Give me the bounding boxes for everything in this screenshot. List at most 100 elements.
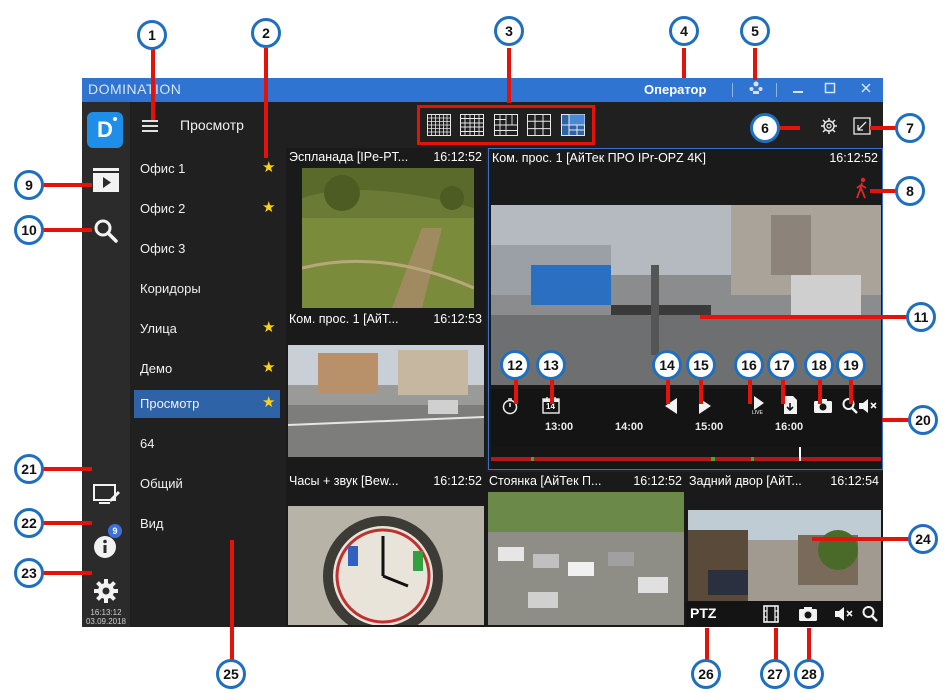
snapshot-camera-icon[interactable]	[798, 605, 818, 623]
annotation-arrow	[507, 48, 511, 103]
snapshot-camera-icon[interactable]	[813, 397, 833, 415]
timeline-tick: 15:00	[695, 421, 724, 433]
layout-item[interactable]: 64	[134, 430, 280, 458]
callout-marker: 12	[500, 350, 530, 380]
star-icon[interactable]: ★	[262, 160, 276, 175]
close-button[interactable]	[856, 80, 876, 100]
annotation-arrow	[264, 48, 268, 158]
layout-item[interactable]: Офис 3	[134, 235, 280, 263]
mute-icon[interactable]	[858, 397, 878, 415]
layout-item-label: Коридоры	[140, 281, 201, 296]
edit-layout-icon[interactable]	[91, 480, 121, 510]
layout-item[interactable]: Офис 1 ★	[134, 155, 280, 183]
camera-time: 16:12:54	[830, 474, 879, 488]
screenshot-root: DOMINATION Оператор D 9 16:13:12 03.09.2…	[0, 0, 946, 693]
timeline-track[interactable]	[491, 447, 881, 469]
recording-bar	[491, 457, 881, 461]
callout-marker: 19	[836, 350, 866, 380]
callout-marker: 6	[750, 113, 780, 143]
callout-marker: 9	[14, 170, 44, 200]
camera-time: 16:12:52	[433, 150, 482, 164]
camera-title: Часы + звук [Bew...	[289, 474, 399, 488]
callout-marker: 27	[760, 659, 790, 689]
ptz-button[interactable]: PTZ	[690, 605, 716, 621]
hamburger-menu-icon[interactable]	[142, 120, 158, 132]
live-icon[interactable]: LIVE	[749, 395, 769, 417]
camera-feed	[288, 345, 484, 457]
callout-marker: 1	[137, 20, 167, 50]
live-view-icon[interactable]	[91, 165, 121, 195]
star-icon[interactable]: ★	[262, 320, 276, 335]
settings-gear-icon[interactable]	[819, 116, 839, 136]
annotation-arrow	[807, 628, 811, 663]
maximize-button[interactable]	[820, 80, 840, 100]
camera-time: 16:12:52	[829, 151, 878, 165]
callout-marker: 10	[14, 215, 44, 245]
star-icon[interactable]: ★	[262, 200, 276, 215]
main-camera-tile[interactable]: Ком. прос. 1 [АйТек ПРО IPr-OPZ 4K] 16:1…	[488, 148, 883, 470]
camera-time: 16:12:52	[433, 474, 482, 488]
logo-dot	[113, 117, 117, 121]
camera-feed	[302, 168, 474, 308]
annotation-arrow	[700, 315, 910, 319]
timeline-tick: 13:00	[545, 421, 574, 433]
layout-item-active[interactable]: Просмотр ★	[134, 390, 280, 418]
callout-marker: 11	[906, 302, 936, 332]
layout-item-label: Вид	[140, 516, 164, 531]
annotation-arrow	[870, 126, 898, 130]
layout-item[interactable]: Коридоры	[134, 275, 280, 303]
app-window: DOMINATION Оператор D 9 16:13:12 03.09.2…	[82, 78, 883, 627]
clock: 16:13:12 03.09.2018	[82, 608, 130, 626]
layout-item[interactable]: Общий	[134, 470, 280, 498]
annotation-arrow	[42, 467, 92, 471]
layout-item[interactable]: Демо ★	[134, 355, 280, 383]
left-rail: D 9 16:13:12 03.09.2018	[82, 102, 130, 627]
camera-feed	[288, 506, 484, 625]
layout-item[interactable]: Офис 2 ★	[134, 195, 280, 223]
users-icon[interactable]	[746, 80, 766, 100]
film-archive-icon[interactable]	[762, 605, 780, 623]
callout-marker: 3	[494, 16, 524, 46]
app-title: DOMINATION	[88, 81, 182, 97]
callout-marker: 5	[740, 16, 770, 46]
callout-marker: 21	[14, 454, 44, 484]
callout-marker: 20	[908, 405, 938, 435]
layout-item-label: Офис 1	[140, 161, 186, 176]
annotation-arrow	[812, 537, 912, 541]
camera-tile[interactable]: Ком. прос. 1 [АйТ... 16:12:53	[286, 310, 486, 472]
callout-marker: 8	[895, 176, 925, 206]
gear-icon[interactable]	[91, 576, 121, 606]
camera-toolbar: PTZ	[686, 601, 883, 627]
highlight-frame	[417, 105, 595, 145]
layout-item-label: Демо	[140, 361, 173, 376]
layout-item[interactable]: Вид	[134, 510, 280, 538]
layout-item-label: Офис 3	[140, 241, 186, 256]
annotation-arrow	[230, 540, 234, 665]
layout-item-label: Улица	[140, 321, 177, 336]
star-icon[interactable]: ★	[262, 360, 276, 375]
minimize-button[interactable]	[788, 80, 808, 100]
camera-tile[interactable]: Задний двор [АйТ... 16:12:54 PTZ	[686, 472, 883, 627]
star-icon[interactable]: ★	[262, 395, 276, 410]
annotation-arrow	[151, 48, 155, 120]
camera-tile[interactable]: Стоянка [АйТек П... 16:12:52	[486, 472, 686, 627]
timeline-cursor[interactable]	[799, 447, 801, 461]
logo-letter: D	[97, 117, 113, 142]
camera-tile[interactable]: Эспланада [IPe-PT... 16:12:52	[286, 148, 486, 310]
callout-marker: 28	[794, 659, 824, 689]
camera-title: Эспланада [IPe-PT...	[289, 150, 409, 164]
mute-icon[interactable]	[834, 605, 854, 623]
annotation-arrow	[778, 126, 800, 130]
layout-item-label: Офис 2	[140, 201, 186, 216]
search-icon[interactable]	[91, 216, 121, 246]
layout-item[interactable]: Улица ★	[134, 315, 280, 343]
live-label: LIVE	[752, 410, 763, 416]
camera-tile[interactable]: Часы + звук [Bew... 16:12:52	[286, 472, 486, 627]
layout-item-label: Общий	[140, 476, 183, 491]
callout-marker: 23	[14, 558, 44, 588]
clock-date: 03.09.2018	[85, 617, 127, 626]
callout-marker: 16	[734, 350, 764, 380]
zoom-icon[interactable]	[862, 605, 878, 623]
operator-label[interactable]: Оператор	[644, 82, 706, 97]
exit-fullscreen-icon[interactable]	[852, 116, 872, 136]
